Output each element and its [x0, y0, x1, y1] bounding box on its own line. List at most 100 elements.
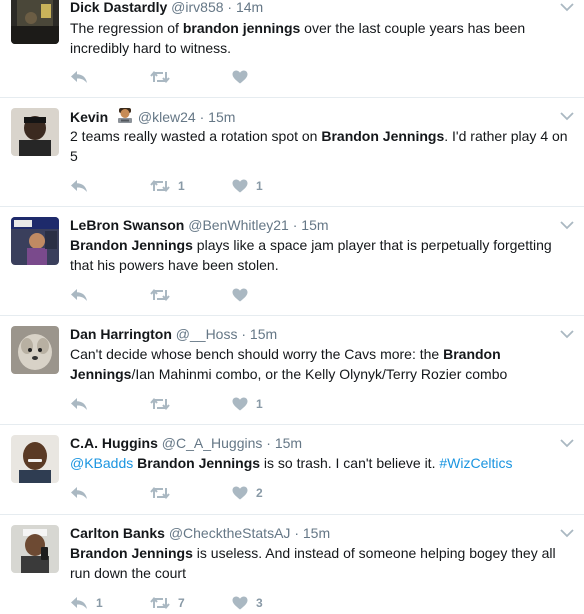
hashtag-link[interactable]: #WizCeltics: [439, 455, 512, 471]
chevron-down-icon[interactable]: [560, 528, 574, 538]
like-count: 2: [256, 486, 263, 500]
tweet-header: Dick Dastardly @irv858 · 14m: [70, 0, 263, 16]
handle[interactable]: @BenWhitley21: [188, 217, 289, 233]
tweet-actions: 1: [70, 395, 370, 413]
reply-button[interactable]: [70, 484, 96, 502]
reply-icon: [71, 398, 87, 410]
like-icon: [232, 288, 248, 302]
retweet-icon: [150, 397, 170, 411]
chevron-down-icon[interactable]: [560, 111, 574, 121]
avatar[interactable]: [11, 217, 59, 265]
retweet-icon: [150, 179, 170, 193]
man-technologist-emoji: [118, 108, 133, 123]
reply-count: 1: [96, 596, 103, 610]
tweet[interactable]: LeBron Swanson @BenWhitley21 · 15m Brand…: [0, 206, 584, 316]
avatar[interactable]: [11, 326, 59, 374]
tweet-actions: [70, 286, 370, 304]
display-name[interactable]: C.A. Huggins: [70, 435, 158, 451]
search-highlight: Brandon Jennings: [137, 455, 261, 471]
avatar[interactable]: [11, 108, 59, 156]
tweet-header: LeBron Swanson @BenWhitley21 · 15m: [70, 216, 329, 234]
tweet-text-segment: /Ian Mahinmi combo, or the Kelly Olynyk/…: [131, 366, 508, 382]
handle[interactable]: @C_A_Huggins: [162, 435, 263, 451]
like-icon: [232, 397, 248, 411]
like-button[interactable]: 3: [232, 594, 263, 612]
timestamp[interactable]: 15m: [275, 435, 302, 451]
tweet-header: C.A. Huggins @C_A_Huggins · 15m: [70, 434, 302, 452]
chevron-down-icon[interactable]: [560, 2, 574, 12]
like-button[interactable]: 1: [232, 395, 263, 413]
chevron-down-icon[interactable]: [560, 438, 574, 448]
tweet-text-segment: The regression of: [70, 20, 183, 36]
reply-icon: [71, 487, 87, 499]
like-button[interactable]: 1: [232, 177, 263, 195]
reply-icon: [71, 597, 87, 609]
avatar[interactable]: [11, 435, 59, 483]
tweet-text-segment: Can't decide whose bench should worry th…: [70, 346, 444, 362]
like-button[interactable]: 2: [232, 484, 263, 502]
tweet-header: Kevin @klew24 · 15m: [70, 107, 235, 126]
timestamp[interactable]: 15m: [303, 525, 330, 541]
search-highlight: brandon jennings: [182, 20, 301, 36]
timestamp[interactable]: 14m: [236, 0, 263, 15]
like-count: 1: [256, 179, 263, 193]
timestamp[interactable]: 15m: [208, 109, 235, 125]
tweet-feed: Dick Dastardly @irv858 · 14m The regress…: [0, 0, 584, 610]
retweet-button[interactable]: [150, 395, 178, 413]
separator-dot: ·: [266, 435, 271, 451]
retweet-button[interactable]: [150, 286, 178, 304]
display-name[interactable]: Dan Harrington: [70, 326, 172, 342]
handle[interactable]: @__Hoss: [176, 326, 238, 342]
tweet-text-segment: is so trash. I can't believe it.: [260, 455, 440, 471]
chevron-down-icon[interactable]: [560, 220, 574, 230]
reply-button[interactable]: [70, 286, 96, 304]
retweet-button[interactable]: 1: [150, 177, 185, 195]
retweet-icon: [150, 70, 170, 84]
handle[interactable]: @ChecktheStatsAJ: [169, 525, 291, 541]
tweet-text-segment: 2 teams really wasted a rotation spot on: [70, 128, 322, 144]
tweet[interactable]: Dan Harrington @__Hoss · 15m Can't decid…: [0, 315, 584, 425]
timestamp[interactable]: 15m: [250, 326, 277, 342]
reply-button[interactable]: [70, 68, 96, 86]
display-name[interactable]: Dick Dastardly: [70, 0, 167, 15]
tweet-header: Carlton Banks @ChecktheStatsAJ · 15m: [70, 524, 330, 542]
like-icon: [232, 70, 248, 84]
tweet[interactable]: C.A. Huggins @C_A_Huggins · 15m @KBadds …: [0, 424, 584, 515]
retweet-button[interactable]: 7: [150, 594, 185, 612]
retweet-count: 1: [178, 179, 185, 193]
reply-button[interactable]: [70, 395, 96, 413]
tweet-text: @KBadds Brandon Jennings is so trash. I …: [70, 453, 570, 473]
reply-button[interactable]: 1: [70, 594, 103, 612]
retweet-icon: [150, 486, 170, 500]
retweet-button[interactable]: [150, 484, 178, 502]
like-button[interactable]: [232, 286, 256, 304]
mention-link[interactable]: @KBadds: [70, 455, 133, 471]
display-name[interactable]: Kevin: [70, 109, 108, 125]
display-name[interactable]: Carlton Banks: [70, 525, 165, 541]
tweet-actions: 1 7 3: [70, 594, 370, 612]
retweet-icon: [150, 596, 170, 610]
tweet[interactable]: Dick Dastardly @irv858 · 14m The regress…: [0, 0, 584, 98]
timestamp[interactable]: 15m: [301, 217, 328, 233]
tweet-actions: [70, 68, 370, 86]
separator-dot: ·: [241, 326, 247, 342]
tweet[interactable]: Kevin @klew24 · 15m 2 teams really waste…: [0, 97, 584, 207]
reply-button[interactable]: [70, 177, 96, 195]
retweet-button[interactable]: [150, 68, 178, 86]
separator-dot: ·: [294, 525, 299, 541]
tweet[interactable]: Carlton Banks @ChecktheStatsAJ · 15m Bra…: [0, 514, 584, 614]
handle[interactable]: @klew24: [138, 109, 196, 125]
separator-dot: ·: [227, 0, 233, 15]
avatar[interactable]: [11, 0, 59, 44]
handle[interactable]: @irv858: [171, 0, 223, 15]
tweet-text: 2 teams really wasted a rotation spot on…: [70, 126, 570, 166]
avatar[interactable]: [11, 525, 59, 573]
retweet-count: 7: [178, 596, 185, 610]
retweet-icon: [150, 288, 170, 302]
chevron-down-icon[interactable]: [560, 329, 574, 339]
like-button[interactable]: [232, 68, 256, 86]
tweet-actions: 2: [70, 484, 370, 502]
display-name[interactable]: LeBron Swanson: [70, 217, 184, 233]
reply-icon: [71, 180, 87, 192]
separator-dot: ·: [292, 217, 298, 233]
